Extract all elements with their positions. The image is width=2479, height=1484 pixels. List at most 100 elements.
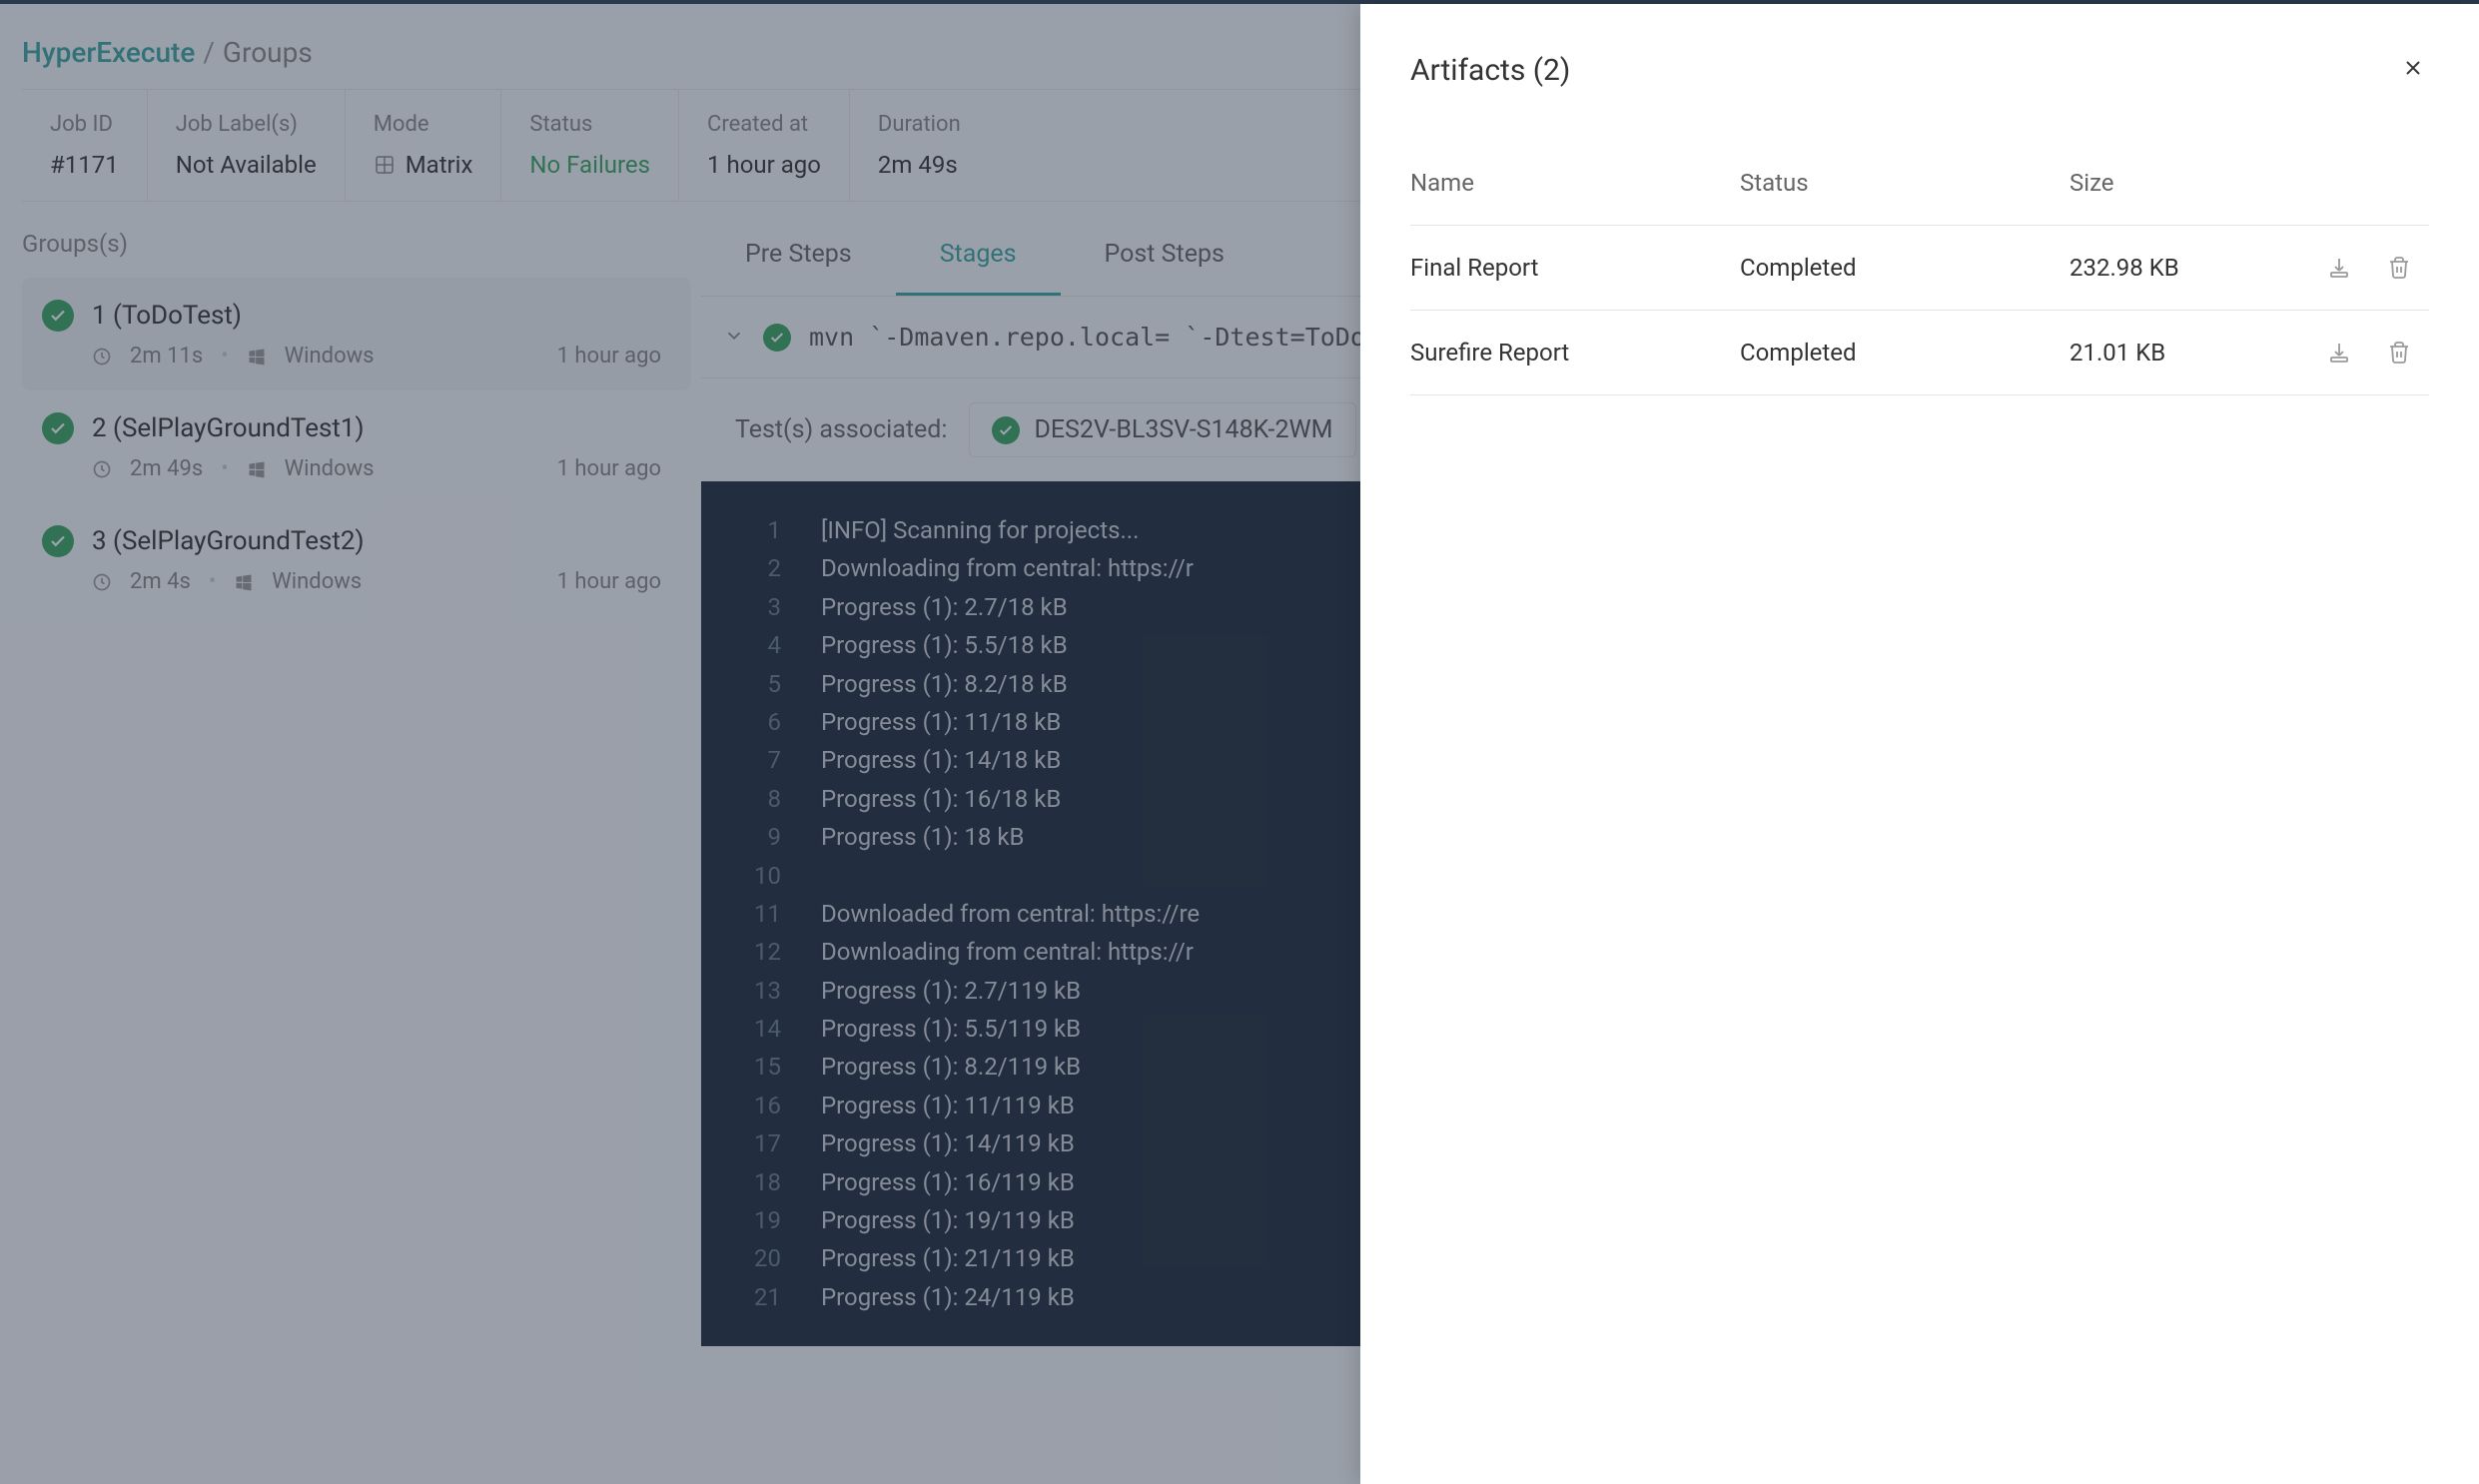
clock-icon: [92, 347, 112, 367]
download-icon[interactable]: [2309, 256, 2369, 280]
artifact-row: Final Report Completed 232.98 KB: [1410, 226, 2429, 311]
job-labels-value: Not Available: [176, 151, 317, 179]
check-icon: [42, 300, 74, 332]
line-number: 16: [737, 1087, 781, 1124]
duration-label: Duration: [878, 112, 961, 137]
delete-icon[interactable]: [2369, 341, 2429, 365]
test-status-icon: [992, 416, 1020, 444]
group-time: 1 hour ago: [557, 569, 671, 594]
log-text: Progress (1): 11/119 kB: [821, 1087, 1075, 1124]
log-text: Progress (1): 18 kB: [821, 818, 1024, 856]
line-number: 7: [737, 741, 781, 779]
duration-value: 2m 49s: [878, 151, 961, 179]
log-text: Progress (1): 5.5/18 kB: [821, 626, 1068, 664]
log-text: Progress (1): 16/119 kB: [821, 1163, 1075, 1201]
group-name: 1 (ToDoTest): [92, 301, 242, 331]
artifact-size: 232.98 KB: [2069, 254, 2309, 282]
log-text: Progress (1): 24/119 kB: [821, 1278, 1075, 1316]
line-number: 20: [737, 1239, 781, 1277]
log-text: Downloading from central: https://r: [821, 549, 1194, 587]
created-label: Created at: [707, 112, 821, 137]
matrix-icon: [374, 154, 396, 176]
log-text: Progress (1): 21/119 kB: [821, 1239, 1075, 1277]
breadcrumb-root[interactable]: HyperExecute: [22, 36, 195, 69]
job-labels-label: Job Label(s): [176, 112, 317, 137]
delete-icon[interactable]: [2369, 256, 2429, 280]
windows-icon: [247, 459, 267, 479]
group-item[interactable]: 2 (SelPlayGroundTest1) 2m 49s • Windows …: [22, 390, 691, 503]
line-number: 4: [737, 626, 781, 664]
line-number: 1: [737, 511, 781, 549]
group-os: Windows: [285, 456, 375, 481]
col-size: Size: [2069, 169, 2309, 197]
line-number: 10: [737, 857, 781, 895]
line-number: 3: [737, 588, 781, 626]
artifacts-drawer: Artifacts (2) Name Status Size Final Rep…: [1360, 4, 2479, 1484]
close-icon[interactable]: [2397, 50, 2429, 91]
tests-associated-label: Test(s) associated:: [735, 415, 947, 444]
artifact-size: 21.01 KB: [2069, 339, 2309, 367]
line-number: 11: [737, 895, 781, 933]
clock-icon: [92, 572, 112, 592]
created-value: 1 hour ago: [707, 151, 821, 179]
log-text: Progress (1): 5.5/119 kB: [821, 1010, 1081, 1048]
mode-value: Matrix: [406, 151, 473, 179]
group-duration: 2m 11s: [130, 344, 203, 369]
log-text: Downloading from central: https://r: [821, 933, 1194, 971]
group-time: 1 hour ago: [557, 344, 671, 369]
line-number: 17: [737, 1124, 781, 1162]
log-text: Progress (1): 8.2/119 kB: [821, 1048, 1081, 1086]
line-number: 5: [737, 665, 781, 703]
log-text: Progress (1): 2.7/119 kB: [821, 972, 1081, 1010]
line-number: 21: [737, 1278, 781, 1316]
group-name: 3 (SelPlayGroundTest2): [92, 526, 365, 556]
artifact-name: Surefire Report: [1410, 339, 1740, 367]
line-number: 13: [737, 972, 781, 1010]
status-value: No Failures: [529, 151, 650, 179]
clock-icon: [92, 459, 112, 479]
log-text: Progress (1): 8.2/18 kB: [821, 665, 1068, 703]
tab-stages[interactable]: Stages: [896, 224, 1061, 296]
status-label: Status: [529, 112, 650, 137]
groups-title: Groups(s): [22, 202, 691, 278]
log-text: Progress (1): 16/18 kB: [821, 780, 1061, 818]
artifact-status: Completed: [1740, 254, 2069, 282]
group-item[interactable]: 3 (SelPlayGroundTest2) 2m 4s • Windows 1…: [22, 503, 691, 616]
test-chip[interactable]: DES2V-BL3SV-S148K-2WM: [969, 402, 1355, 457]
download-icon[interactable]: [2309, 341, 2369, 365]
col-name: Name: [1410, 169, 1740, 197]
log-text: [INFO] Scanning for projects...: [821, 511, 1139, 549]
job-id-label: Job ID: [50, 112, 119, 137]
command-status-icon: [763, 324, 791, 352]
line-number: 8: [737, 780, 781, 818]
check-icon: [42, 412, 74, 444]
group-name: 2 (SelPlayGroundTest1): [92, 413, 365, 443]
windows-icon: [234, 572, 254, 592]
log-text: Downloaded from central: https://re: [821, 895, 1200, 933]
mode-label: Mode: [374, 112, 473, 137]
group-os: Windows: [285, 344, 375, 369]
test-id: DES2V-BL3SV-S148K-2WM: [1034, 415, 1332, 444]
check-icon: [42, 525, 74, 557]
log-text: Progress (1): 11/18 kB: [821, 703, 1061, 741]
line-number: 2: [737, 549, 781, 587]
artifact-name: Final Report: [1410, 254, 1740, 282]
breadcrumb-separator: /: [203, 36, 215, 69]
line-number: 19: [737, 1201, 781, 1239]
tab-pre-steps[interactable]: Pre Steps: [701, 224, 896, 296]
log-text: Progress (1): 19/119 kB: [821, 1201, 1075, 1239]
col-status: Status: [1740, 169, 2069, 197]
log-text: Progress (1): 14/18 kB: [821, 741, 1061, 779]
chevron-down-icon: [723, 325, 745, 351]
line-number: 18: [737, 1163, 781, 1201]
tab-post-steps[interactable]: Post Steps: [1061, 224, 1268, 296]
group-os: Windows: [272, 569, 362, 594]
group-duration: 2m 49s: [130, 456, 203, 481]
group-time: 1 hour ago: [557, 456, 671, 481]
line-number: 6: [737, 703, 781, 741]
group-duration: 2m 4s: [130, 569, 191, 594]
line-number: 12: [737, 933, 781, 971]
command-text: mvn `-Dmaven.repo.local= `-Dtest=ToDoTes…: [809, 323, 1455, 352]
artifact-status: Completed: [1740, 339, 2069, 367]
group-item[interactable]: 1 (ToDoTest) 2m 11s • Windows 1 hour ago: [22, 278, 691, 390]
